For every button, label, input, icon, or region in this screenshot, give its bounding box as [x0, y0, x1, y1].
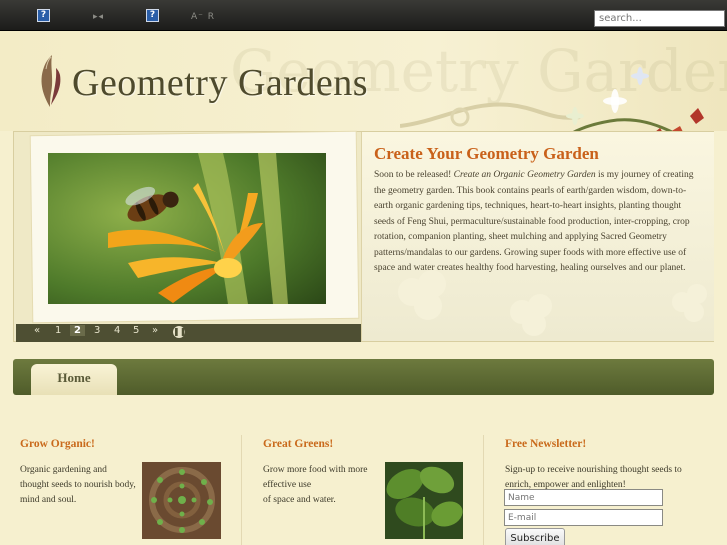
feature-description: Soon to be released! Create an Organic G… — [374, 168, 704, 277]
leaf-logo-icon — [41, 55, 61, 107]
search-input[interactable] — [594, 10, 725, 27]
feature-title: Create Your Geometry Garden — [374, 144, 599, 163]
grow-organic-title[interactable]: Grow Organic! — [20, 438, 95, 450]
feature-body-rest: is my journey of creating the geometry g… — [374, 170, 694, 273]
slideshow-image[interactable] — [48, 153, 326, 304]
greens-thumbnail[interactable] — [385, 462, 463, 539]
pager-page-2-active[interactable]: 2 — [70, 325, 85, 336]
greens-text-line: effective use — [263, 480, 312, 490]
main-nav: Home — [13, 359, 714, 395]
mandala-garden-thumbnail[interactable] — [142, 462, 221, 539]
pager-page-4[interactable]: 4 — [114, 325, 120, 336]
pager-page-5[interactable]: 5 — [133, 325, 139, 336]
column-divider — [483, 435, 484, 545]
grow-text-line: Organic gardening and — [20, 465, 107, 475]
pager-next-button[interactable]: » — [152, 325, 158, 336]
site-title[interactable]: Geometry Gardens — [72, 61, 368, 105]
newsletter-text-line: Sign-up to receive nourishing thought se… — [505, 465, 682, 475]
help-icon-secondary[interactable]: ? — [146, 9, 159, 22]
newsletter-title: Free Newsletter! — [505, 438, 587, 450]
top-bar: ? ▸◂ ? A⁻ R — [0, 0, 727, 31]
pager-prev-button[interactable]: « — [34, 325, 40, 336]
help-icon[interactable]: ? — [37, 9, 50, 22]
site-header: Geometry Gardens Geometry Gardens — [0, 31, 727, 162]
pause-icon[interactable]: ❚❚ — [173, 326, 186, 338]
newsletter-section: Free Newsletter! Sign-up to receive nour… — [505, 423, 720, 545]
grow-text-line: mind and soul. — [20, 495, 77, 505]
grow-text-line: thought seeds to nourish body, — [20, 480, 136, 490]
book-title-link[interactable]: Create an Organic Geometry Garden — [454, 170, 596, 180]
newsletter-email-field[interactable] — [504, 509, 663, 526]
media-controls-icon[interactable]: ▸◂ — [93, 12, 104, 22]
column-divider — [241, 435, 242, 545]
newsletter-name-field[interactable] — [504, 489, 663, 506]
feature-text-panel: Create Your Geometry Garden Soon to be r… — [361, 132, 714, 341]
grow-organic-text: Organic gardening and thought seeds to n… — [20, 463, 136, 508]
greens-text-line: of space and water. — [263, 495, 336, 505]
greens-text-line: Grow more food with more — [263, 465, 368, 475]
font-size-control[interactable]: A⁻ R — [191, 12, 215, 22]
slideshow-pager: « 1 2 3 4 5 » ❚❚ — [16, 324, 361, 342]
pager-page-3[interactable]: 3 — [94, 325, 100, 336]
featured-slideshow: « 1 2 3 4 5 » ❚❚ Create Your Geometry Ga… — [13, 131, 714, 342]
nav-item-home[interactable]: Home — [31, 364, 117, 395]
feature-body-prefix: Soon to be released! — [374, 170, 454, 180]
subscribe-button[interactable]: Subscribe — [505, 528, 565, 545]
great-greens-title[interactable]: Great Greens! — [263, 438, 333, 450]
pager-page-1[interactable]: 1 — [55, 325, 61, 336]
great-greens-text: Grow more food with more effective use o… — [263, 463, 367, 508]
